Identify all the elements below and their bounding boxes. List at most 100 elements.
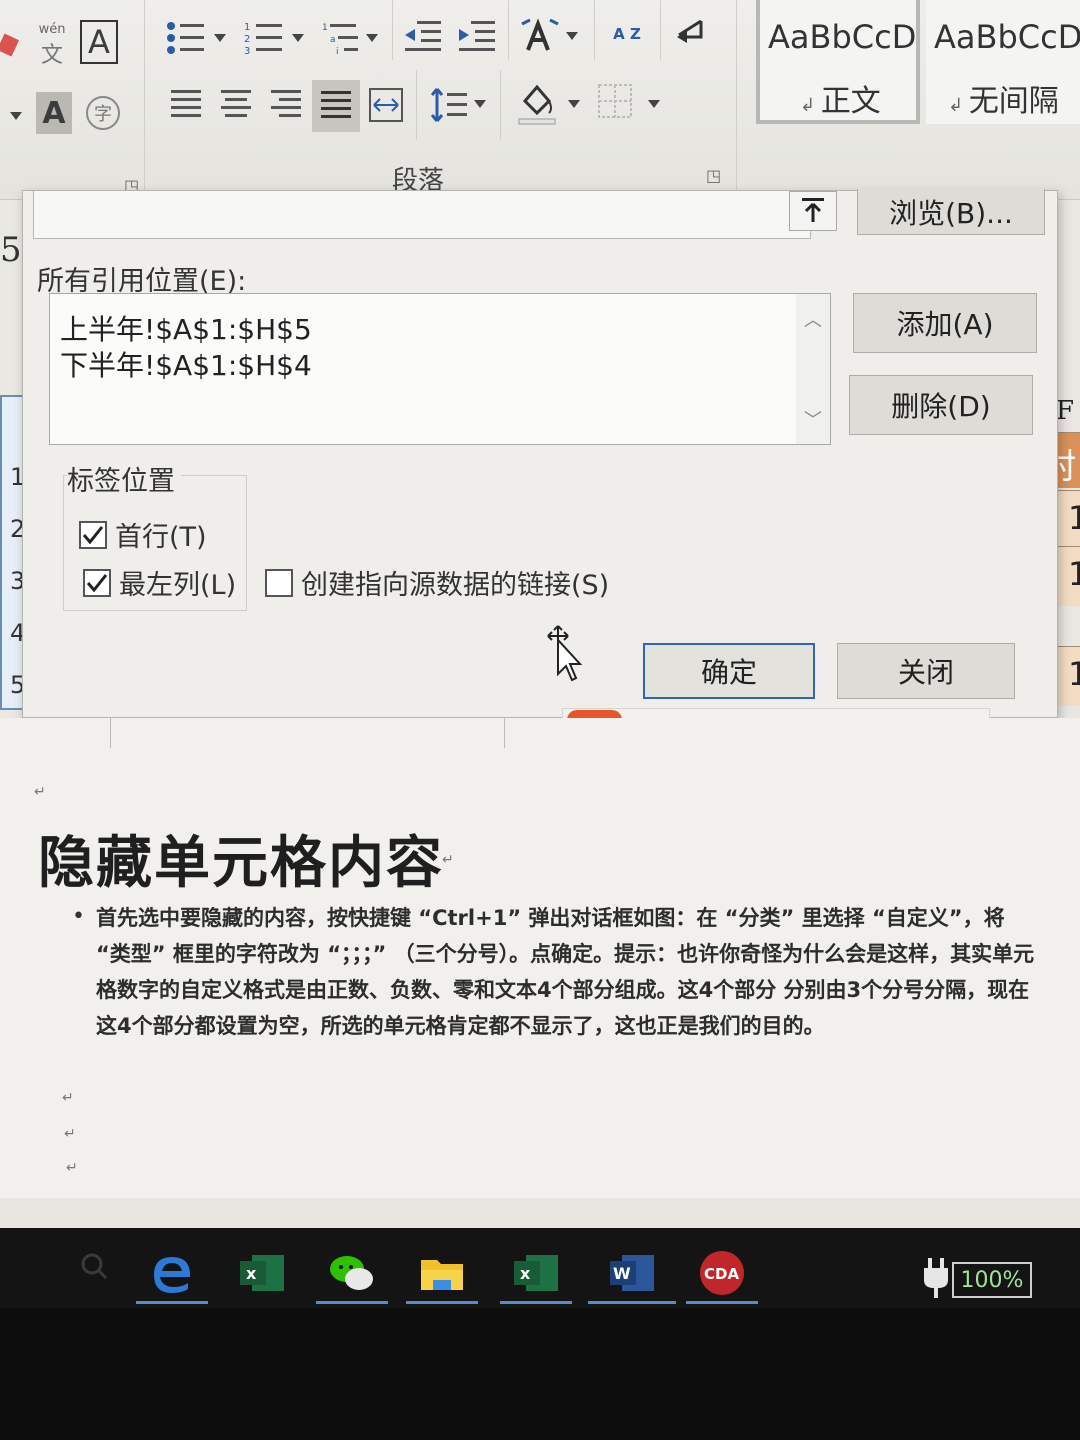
monitor-bezel [0, 1308, 1080, 1440]
svg-text:1: 1 [322, 23, 328, 33]
chevron-down-icon[interactable] [8, 108, 24, 124]
app-running-indicator [136, 1301, 208, 1304]
checkbox-checked-icon[interactable] [79, 520, 107, 549]
excel-icon[interactable]: x [500, 1242, 572, 1304]
line-spacing-icon[interactable] [428, 82, 472, 128]
battery-indicator[interactable]: 100% [952, 1262, 1032, 1298]
all-references-list[interactable]: 上半年!$A$1:$H$5 下半年!$A$1:$H$4 ︿ ﹀ [49, 293, 831, 445]
label-position-title: 标签位置 [67, 459, 181, 498]
edge-browser-icon[interactable] [136, 1242, 208, 1304]
ribbon-separator [500, 70, 501, 140]
justify-icon[interactable] [312, 80, 360, 132]
battery-percent: 100% [960, 1267, 1024, 1293]
chevron-down-icon[interactable] [472, 96, 488, 112]
chevron-down-icon[interactable] [566, 96, 582, 112]
char-shading-label: A [42, 95, 66, 131]
multilevel-list-icon[interactable]: 1ai [318, 16, 366, 60]
phonetic-char: 文 [40, 42, 63, 68]
list-item[interactable]: 下半年!$A$1:$H$4 [60, 344, 312, 384]
char-shading-button[interactable]: A [36, 92, 72, 134]
chevron-down-icon[interactable] [290, 30, 306, 46]
svg-text:x: x [246, 1264, 257, 1283]
file-explorer-icon[interactable] [406, 1242, 478, 1304]
word-icon[interactable]: W [588, 1242, 676, 1304]
distributed-icon[interactable] [366, 82, 406, 128]
enclose-char-button[interactable]: 字 [86, 96, 120, 130]
char-border-button[interactable]: A [80, 20, 118, 64]
style-no-spacing[interactable]: AaBbCcDc ↲ 无间隔 [926, 0, 1080, 124]
show-formatting-marks-icon[interactable] [672, 10, 712, 54]
excel-icon[interactable]: x [226, 1242, 298, 1304]
column-header-f[interactable]: F [1056, 396, 1074, 426]
data-cell-value: 1 [1068, 555, 1080, 593]
borders-icon[interactable] [594, 80, 636, 122]
create-links-label: 创建指向源数据的链接(S) [301, 570, 610, 601]
browse-button[interactable]: 浏览(B)... [857, 189, 1045, 235]
app-running-indicator [686, 1301, 758, 1304]
reference-input[interactable] [33, 191, 811, 239]
chevron-down-icon[interactable] [564, 28, 580, 44]
chevron-down-icon[interactable] [212, 30, 228, 46]
top-row-checkbox[interactable]: 首行(T) [79, 515, 207, 554]
bullet-icon: • [72, 904, 85, 929]
paragraph-mark-icon: ↵ [64, 1126, 76, 1142]
bullets-icon[interactable] [162, 16, 210, 60]
paragraph-mark-icon: ↵ [34, 784, 46, 800]
scroll-up-icon[interactable]: ︿ [804, 306, 822, 332]
top-row-label: 首行(T) [115, 522, 207, 553]
ribbon-separator [736, 0, 737, 190]
scrollbar[interactable]: ︿ ﹀ [796, 294, 830, 444]
app-running-indicator [588, 1301, 676, 1304]
sort-label: A Z [613, 25, 641, 43]
chevron-down-icon[interactable] [646, 96, 662, 112]
wechat-icon[interactable] [316, 1242, 388, 1304]
ribbon-separator [594, 0, 595, 60]
eraser-icon[interactable] [0, 30, 20, 60]
style-normal-name: ↲ 正文 [800, 84, 881, 119]
collapse-dialog-button[interactable] [789, 191, 837, 231]
align-left-icon[interactable] [166, 82, 206, 128]
close-button[interactable]: 关闭 [837, 643, 1015, 699]
numbering-icon[interactable]: 123 [240, 16, 288, 60]
cda-app-icon[interactable]: CDA [686, 1242, 758, 1304]
phonetic-guide-button[interactable]: wén 文 [30, 20, 74, 70]
style-no-spacing-name: ↲ 无间隔 [948, 84, 1059, 119]
app-running-indicator [316, 1301, 388, 1304]
paragraph-dialog-launcher-icon[interactable]: ◳ [706, 166, 721, 185]
align-center-icon[interactable] [216, 82, 256, 128]
collapse-arrow-icon [802, 198, 824, 222]
ribbon-separator [144, 0, 145, 190]
phonetic-pinyin: wén [38, 21, 66, 37]
ok-button[interactable]: 确定 [643, 643, 815, 699]
app-running-indicator [500, 1301, 572, 1304]
checkbox-checked-icon[interactable] [83, 568, 111, 597]
svg-text:a: a [330, 35, 336, 45]
ribbon: wén 文 A A 字 ◳ 123 1ai A Z 段落 ◳ AaBbCcDc … [0, 0, 1080, 200]
svg-text:W: W [613, 1264, 631, 1283]
left-column-checkbox[interactable]: 最左列(L) [83, 563, 236, 602]
delete-button[interactable]: 删除(D) [849, 375, 1033, 435]
chevron-down-icon[interactable] [364, 30, 380, 46]
style-normal[interactable]: AaBbCcDc ↲ 正文 [756, 0, 920, 124]
align-right-icon[interactable] [266, 82, 306, 128]
word-document[interactable]: ↵ 隐藏单元格内容 ↵ • 首先选中要隐藏的内容，按快捷键 “Ctrl+1” 弹… [0, 718, 1080, 1198]
list-item[interactable]: 上半年!$A$1:$H$5 [60, 308, 312, 348]
ribbon-separator [508, 0, 509, 60]
increase-indent-icon[interactable] [456, 14, 500, 58]
create-links-checkbox[interactable]: 创建指向源数据的链接(S) [265, 563, 609, 602]
add-button[interactable]: 添加(A) [853, 293, 1037, 353]
checkbox-unchecked-icon[interactable] [265, 568, 293, 597]
scroll-down-icon[interactable]: ﹀ [804, 406, 822, 432]
data-cell-value: 1 [1068, 655, 1080, 693]
style-normal-sample: AaBbCcDc [768, 18, 918, 56]
shading-icon[interactable] [514, 78, 560, 128]
enclose-char-label: 字 [94, 104, 112, 125]
svg-text:3: 3 [244, 46, 250, 56]
ribbon-separator [392, 0, 393, 60]
decrease-indent-icon[interactable] [402, 14, 446, 58]
search-icon[interactable] [80, 1252, 108, 1284]
power-plug-icon[interactable] [924, 1258, 950, 1302]
chinese-layout-icon[interactable] [516, 14, 564, 58]
app-running-indicator [406, 1301, 478, 1304]
sort-icon[interactable]: A Z [606, 10, 648, 58]
